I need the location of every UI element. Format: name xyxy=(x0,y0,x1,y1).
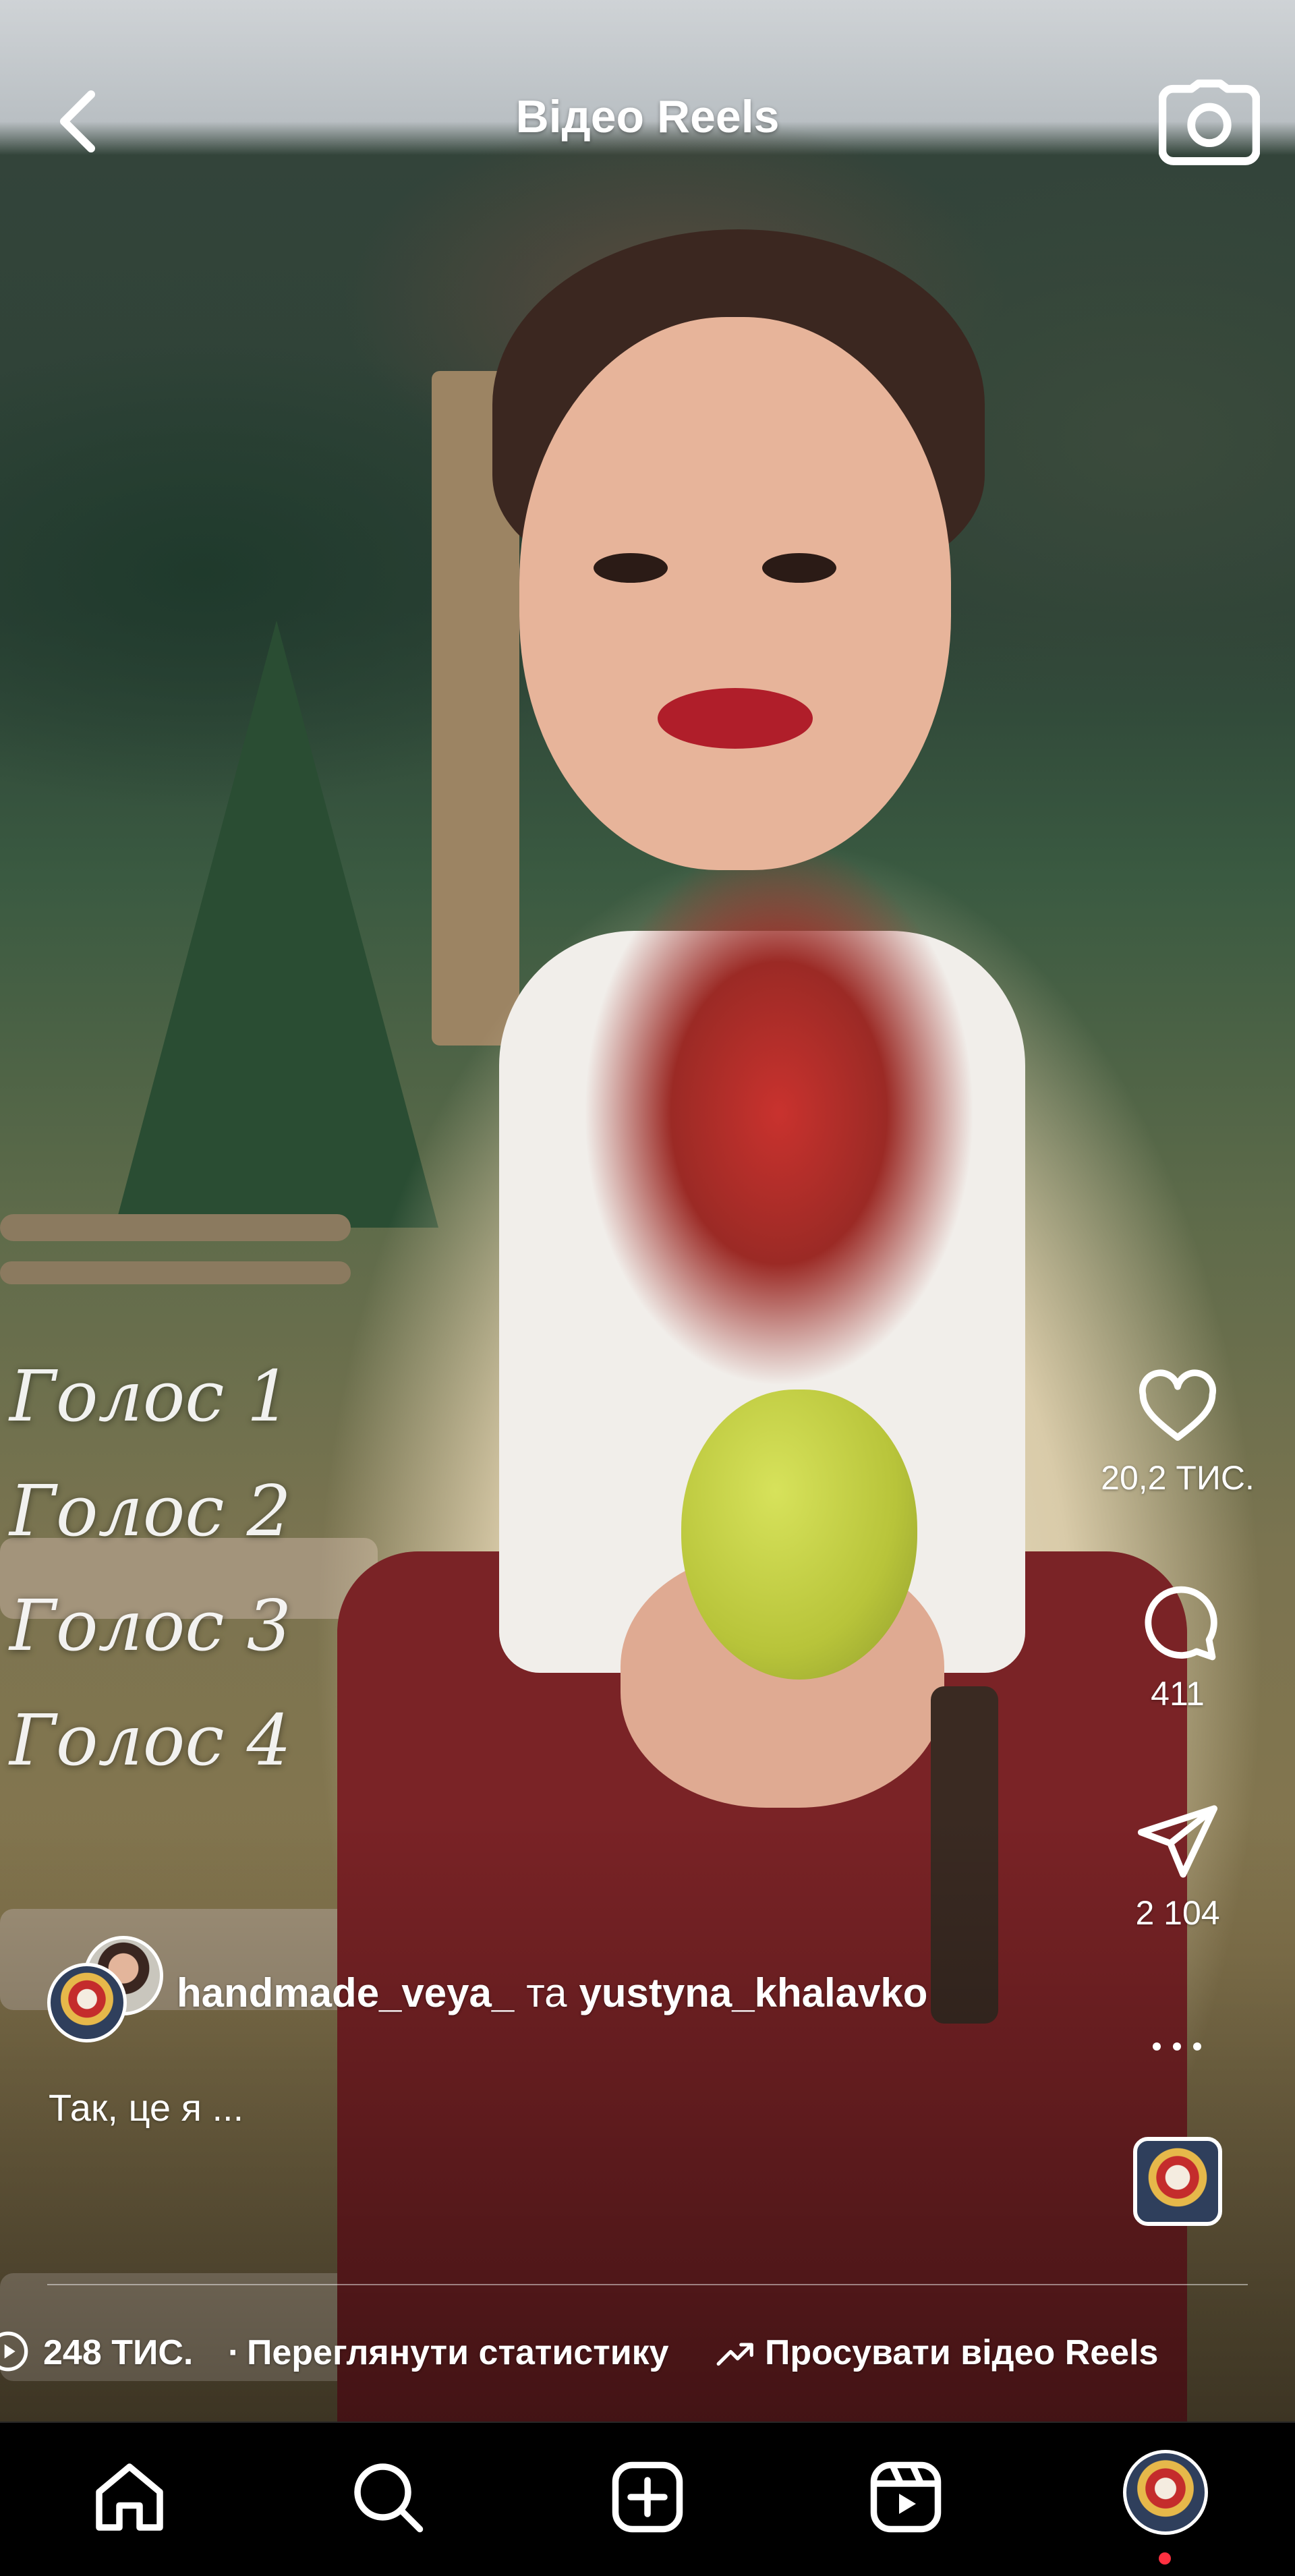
comment-icon xyxy=(1145,1586,1217,1661)
face xyxy=(519,317,951,870)
author-names: handmade_veya_ та yustyna_khalavko xyxy=(177,1970,927,2016)
tab-search[interactable] xyxy=(347,2457,428,2538)
tab-profile[interactable] xyxy=(1123,2450,1208,2535)
reels-icon xyxy=(870,2461,942,2533)
trending-up-icon xyxy=(716,2343,753,2366)
tab-reels[interactable] xyxy=(865,2457,946,2538)
stats-row: 248 ТИС. · Переглянути статистику Просув… xyxy=(0,2326,1295,2380)
video-text-overlay: Голос 1 Голос 2 Голос 3 Голос 4 xyxy=(9,1339,291,1798)
lips xyxy=(658,688,813,749)
separator-dot: · xyxy=(228,2333,240,2372)
more-options-button[interactable] xyxy=(1133,2026,1221,2067)
author-avatars[interactable] xyxy=(47,1936,163,2044)
view-insights-link[interactable]: Переглянути статистику xyxy=(247,2332,669,2373)
search-icon xyxy=(354,2463,424,2533)
top-bar: Відео Reels xyxy=(0,0,1295,243)
share-count: 2 104 xyxy=(1135,1894,1220,1932)
like-button[interactable]: 20,2 ТИС. xyxy=(1076,1363,1279,1497)
page-title: Відео Reels xyxy=(515,91,780,142)
views-play-icon xyxy=(0,2331,28,2372)
voice-label: Голос 3 xyxy=(9,1584,291,1667)
voice-label: Голос 2 xyxy=(9,1470,291,1552)
share-button[interactable]: 2 104 xyxy=(1076,1798,1279,1933)
home-icon xyxy=(96,2463,163,2531)
author-joiner: та xyxy=(526,1970,567,2015)
audio-track-thumbnail[interactable] xyxy=(1133,2137,1222,2226)
divider xyxy=(47,2284,1248,2285)
comment-count: 411 xyxy=(1151,1675,1205,1713)
tab-home[interactable] xyxy=(89,2457,170,2538)
camera-button[interactable] xyxy=(1158,78,1261,165)
avatar[interactable] xyxy=(47,1963,127,2042)
view-count: 248 ТИС. xyxy=(43,2333,194,2372)
camera-icon xyxy=(1158,79,1261,165)
notification-dot xyxy=(1159,2552,1171,2565)
comment-button[interactable]: 411 xyxy=(1076,1578,1279,1713)
post-caption[interactable]: Так, це я ... xyxy=(49,2086,243,2129)
pear xyxy=(681,1390,917,1680)
bottom-tab-bar xyxy=(0,2422,1295,2576)
eye xyxy=(594,553,668,583)
voice-label: Голос 4 xyxy=(9,1699,291,1781)
send-icon xyxy=(1137,1805,1218,1878)
boost-reel-link[interactable]: Просувати відео Reels xyxy=(765,2332,1158,2373)
author-username-2[interactable]: yustyna_khalavko xyxy=(579,1970,927,2015)
voice-label: Голос 1 xyxy=(9,1355,291,1437)
author-username-1[interactable]: handmade_veya_ xyxy=(177,1970,514,2015)
more-dots-icon xyxy=(1153,2042,1201,2051)
create-icon xyxy=(612,2461,683,2533)
tab-create[interactable] xyxy=(607,2457,688,2538)
heart-icon xyxy=(1139,1369,1216,1441)
like-count: 20,2 ТИС. xyxy=(1101,1459,1255,1497)
eye xyxy=(762,553,836,583)
